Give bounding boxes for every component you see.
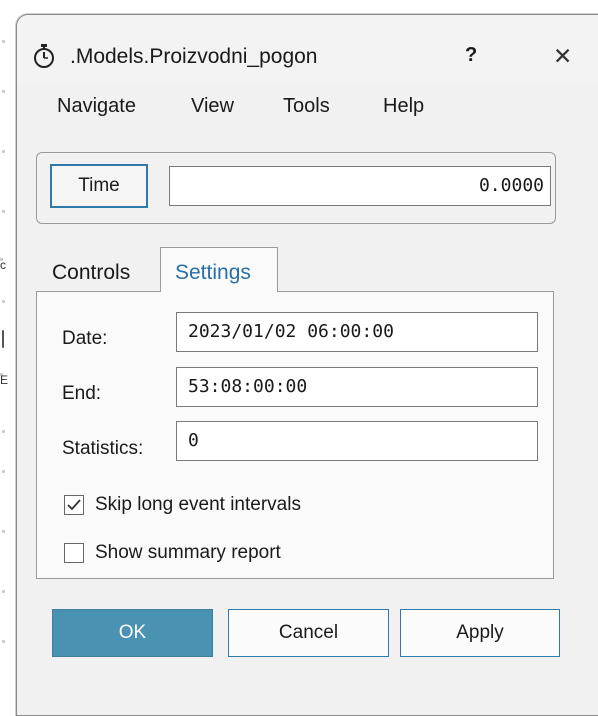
summary-report-label: Show summary report: [95, 542, 281, 563]
menu-bar: Navigate View Tools Help: [17, 91, 598, 125]
tab-settings-label: Settings: [175, 261, 251, 284]
background-mark: E: [0, 373, 9, 387]
close-button[interactable]: ✕: [553, 43, 572, 70]
summary-report-checkbox[interactable]: [64, 543, 84, 563]
ok-button[interactable]: OK: [52, 609, 213, 657]
time-value-field[interactable]: 0.0000: [169, 166, 551, 206]
tab-settings[interactable]: Settings: [160, 247, 278, 292]
date-field[interactable]: 2023/01/02 06:00:00: [176, 312, 538, 352]
statistics-label: Statistics:: [62, 438, 144, 459]
menu-tools[interactable]: Tools: [283, 95, 330, 118]
stopwatch-icon: [34, 44, 54, 68]
time-button[interactable]: Time: [50, 164, 148, 208]
end-label: End:: [62, 383, 102, 404]
menu-view[interactable]: View: [191, 95, 234, 118]
background-window-edge: c E: [0, 0, 14, 680]
time-group: Time 0.0000: [36, 152, 556, 224]
help-button[interactable]: ?: [465, 44, 477, 67]
apply-button[interactable]: Apply: [400, 609, 560, 657]
skip-intervals-checkbox[interactable]: [64, 495, 84, 515]
window-title: .Models.Proizvodni_pogon: [70, 45, 318, 68]
skip-intervals-label: Skip long event intervals: [95, 494, 301, 515]
date-label: Date:: [62, 328, 108, 349]
settings-panel: Date: 2023/01/02 06:00:00 End: 53:08:00:…: [36, 291, 554, 579]
cancel-button[interactable]: Cancel: [228, 609, 389, 657]
menu-navigate[interactable]: Navigate: [57, 95, 136, 118]
checkmark-icon: [67, 499, 81, 511]
statistics-field[interactable]: 0: [176, 421, 538, 461]
background-mark: c: [0, 258, 6, 272]
menu-help[interactable]: Help: [383, 95, 424, 118]
end-field[interactable]: 53:08:00:00: [176, 367, 538, 407]
tab-controls[interactable]: Controls: [52, 261, 130, 285]
simulation-dialog: .Models.Proizvodni_pogon ? ✕ Navigate Vi…: [16, 14, 598, 716]
title-bar[interactable]: .Models.Proizvodni_pogon ? ✕: [17, 15, 598, 83]
